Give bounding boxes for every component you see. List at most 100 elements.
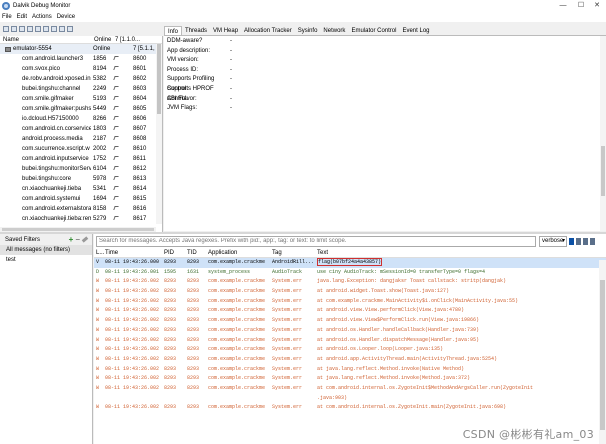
bug-icon: [113, 216, 119, 220]
process-row[interactable]: com.smile.gifmaker 5193 8604: [0, 94, 162, 104]
clear-log-icon[interactable]: [576, 237, 581, 245]
process-row[interactable]: android.process.media 2187 8608: [0, 134, 162, 144]
log-level: W: [96, 404, 100, 411]
log-row[interactable]: W 08-11 19:43:26.002 8293 8293 com.example.c…: [94, 374, 606, 384]
tab-emulator-control[interactable]: Emulator Control: [348, 26, 399, 35]
col-application[interactable]: Application: [208, 248, 272, 257]
log-level: W: [96, 278, 100, 285]
process-row[interactable]: bubei.tingshu:monitorService61048612: [0, 164, 162, 174]
log-row[interactable]: W 08-11 19:43:26.002 8293 8293 com.example.c…: [94, 277, 606, 287]
add-filter-icon[interactable]: +: [69, 235, 74, 244]
log-level-select[interactable]: verbose: [539, 235, 567, 247]
log-row[interactable]: W 08-11 19:43:26.002 8293 8293 com.example.c…: [94, 403, 606, 413]
log-row[interactable]: W 08-11 19:43:26.002 8293 8293 com.example.c…: [94, 365, 606, 375]
log-row[interactable]: W 08-11 19:43:26.002 8293 8293 com.example.c…: [94, 287, 606, 297]
process-row[interactable]: io.dcloud.H57150000 8266 8606: [0, 114, 162, 124]
tab-info[interactable]: Info: [164, 26, 183, 35]
col-tag[interactable]: Tag: [272, 248, 317, 257]
log-row[interactable]: W 08-11 19:43:26.002 8293 8293 com.example.c…: [94, 384, 606, 394]
menu-edit[interactable]: Edit: [17, 14, 27, 20]
process-row[interactable]: com.android.launcher3 1856 8600: [0, 54, 162, 64]
update-threads-icon[interactable]: [35, 26, 41, 32]
col-name[interactable]: Name: [0, 36, 91, 43]
log-row[interactable]: .java:903): [94, 394, 606, 404]
log-row[interactable]: W 08-11 19:43:26.002 8293 8293 com.example.c…: [94, 355, 606, 365]
log-text-cell: at android.app.ActivityThread.main(Activ…: [317, 355, 606, 365]
process-row[interactable]: de.robv.android.xposed.insta 5382 8602: [0, 74, 162, 84]
info-scrollbar[interactable]: [600, 36, 606, 231]
process-row[interactable]: cn.xiaochuankeji.tieba:remote52798617: [0, 214, 162, 224]
col-version[interactable]: 7 [1.1.0...: [112, 36, 161, 43]
menu-actions[interactable]: Actions: [32, 14, 52, 20]
device-row[interactable]: emulator-5554 Online 7 [5.1.1, d...: [0, 44, 162, 54]
col-pid[interactable]: PID: [164, 248, 187, 257]
tab-vm-heap[interactable]: VM Heap: [210, 26, 241, 35]
log-row[interactable]: W 08-11 19:43:26.002 8293 8293 com.example.c…: [94, 297, 606, 307]
log-row[interactable]: W 08-11 19:43:26.002 8293 8293 com.example.c…: [94, 336, 606, 346]
log-pid: 8293: [164, 307, 177, 314]
debug-process-icon[interactable]: [3, 26, 9, 32]
filter-item-test[interactable]: test: [0, 255, 92, 265]
log-tag: System.err: [272, 375, 303, 382]
tab-allocation-tracker[interactable]: Allocation Tracker: [241, 26, 295, 35]
save-log-icon[interactable]: [569, 237, 574, 245]
close-button[interactable]: ✕: [590, 0, 604, 11]
process-row[interactable]: bubei.tingshu:channel 2249 8603: [0, 84, 162, 94]
tab-event-log[interactable]: Event Log: [399, 26, 432, 35]
tab-threads[interactable]: Threads: [182, 26, 210, 35]
log-row[interactable]: W 08-11 19:43:26.002 8293 8293 com.example.c…: [94, 326, 606, 336]
log-time: 08-11 19:43:26.002: [105, 365, 160, 372]
devices-panel: Name Online 7 [1.1.0... emulator-5554 On…: [0, 36, 163, 232]
col-level[interactable]: L...: [94, 248, 105, 257]
update-heap-icon[interactable]: [11, 26, 17, 32]
filter-item-all[interactable]: All messages (no filters): [0, 245, 92, 255]
minimize-button[interactable]: —: [556, 0, 570, 11]
tab-network[interactable]: Network: [320, 26, 348, 35]
info-value: -: [230, 85, 232, 92]
cause-gc-icon[interactable]: [27, 26, 33, 32]
tab-sysinfo[interactable]: Sysinfo: [295, 26, 321, 35]
process-row[interactable]: bubei.tingshu:core 5978 8613: [0, 174, 162, 184]
menu-file[interactable]: File: [2, 14, 12, 20]
log-row[interactable]: W 08-11 19:43:26.002 8293 8293 com.example.c…: [94, 345, 606, 355]
col-tid[interactable]: TID: [187, 248, 208, 257]
show-column-icon[interactable]: [583, 237, 588, 245]
process-row[interactable]: com.sucurrence.xscript.w 2002 8610: [0, 144, 162, 154]
menu-device[interactable]: Device: [57, 14, 75, 20]
remove-filter-icon[interactable]: −: [75, 235, 80, 244]
reset-adb-icon[interactable]: [67, 26, 73, 32]
process-row[interactable]: com.smile.gifmaker:pushserv54498605: [0, 104, 162, 114]
process-row[interactable]: com.android.systemui 1694 8615: [0, 194, 162, 204]
col-time[interactable]: Time: [105, 248, 164, 257]
process-row[interactable]: com.android.cn.corservice 1803 8607: [0, 124, 162, 134]
log-row[interactable]: D 08-11 19:43:26.001 1595 1631 system_proces…: [94, 268, 606, 278]
process-row[interactable]: com.android.inputservice 1752 8611: [0, 154, 162, 164]
logcat-scrollbar[interactable]: [599, 260, 606, 444]
process-row[interactable]: com.svox.pico 8194 8601: [0, 64, 162, 74]
process-row[interactable]: com.android.externalstorage 8158 8616: [0, 204, 162, 214]
process-name: bubei.tingshu:monitorService: [22, 166, 91, 172]
maximize-button[interactable]: ☐: [574, 0, 588, 11]
col-text[interactable]: Text: [317, 248, 606, 257]
info-value: -: [230, 47, 232, 54]
log-row[interactable]: W 08-11 19:43:26.002 8293 8293 com.example.c…: [94, 316, 606, 326]
log-row[interactable]: W 08-11 19:43:26.002 8293 8293 com.example.c…: [94, 306, 606, 316]
devices-vertical-scrollbar[interactable]: [156, 44, 162, 224]
stop-process-icon[interactable]: [51, 26, 57, 32]
device-toolbar: [0, 22, 165, 36]
start-profiling-icon[interactable]: [43, 26, 49, 32]
edit-filter-icon[interactable]: [81, 236, 89, 243]
process-debug-cell: [112, 144, 131, 154]
log-row[interactable]: V 08-11 19:43:26.000 8293 8293 com.example.c…: [94, 258, 606, 268]
dump-hprof-icon[interactable]: [19, 26, 25, 32]
log-pid: 8293: [164, 346, 177, 353]
screen-capture-icon[interactable]: [59, 26, 65, 32]
log-tag: AudioTrack: [272, 268, 303, 275]
col-online[interactable]: Online: [91, 36, 112, 43]
logcat-search-input[interactable]: [96, 235, 536, 247]
scroll-lock-icon[interactable]: [590, 237, 595, 245]
log-time: 08-11 19:43:26.002: [105, 307, 160, 314]
info-label: Supports Profiling Control:: [167, 76, 215, 92]
log-text: at com.android.internal.os.ZygoteInit$Me…: [317, 384, 534, 391]
process-row[interactable]: cn.xiaochuankeji.tieba 5341 8614: [0, 184, 162, 194]
